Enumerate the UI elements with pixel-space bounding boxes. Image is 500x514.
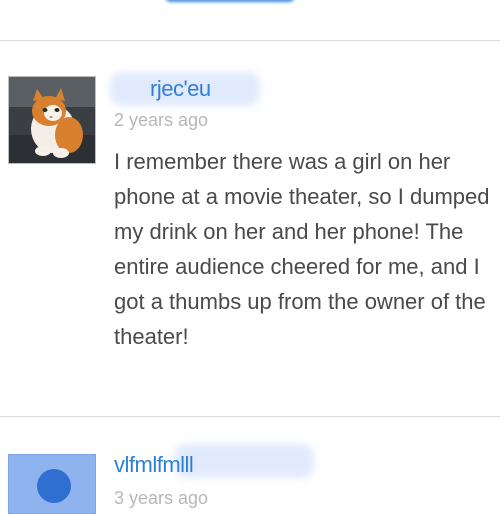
previous-link-fragment: [165, 0, 295, 2]
comment-timestamp: 3 years ago: [114, 488, 209, 508]
user-avatar[interactable]: [8, 454, 96, 514]
avatar-placeholder-icon: [37, 469, 71, 503]
user-avatar[interactable]: [8, 76, 96, 164]
username-text: vlfmlfmlll: [114, 452, 194, 477]
comment-body: I remember there was a girl on her phone…: [114, 149, 490, 349]
cat-photo: [9, 77, 95, 163]
comment-divider: [0, 416, 500, 417]
username-text: rjec'eu: [150, 76, 211, 101]
comment-timestamp: 2 years ago: [114, 110, 209, 130]
comment-username[interactable]: rjec'eu: [110, 72, 260, 106]
comment-divider: [0, 40, 500, 41]
username-blur: [174, 444, 314, 478]
comment-username[interactable]: vlfmlfmlll: [114, 444, 314, 478]
previous-content-fragment: [0, 0, 500, 40]
